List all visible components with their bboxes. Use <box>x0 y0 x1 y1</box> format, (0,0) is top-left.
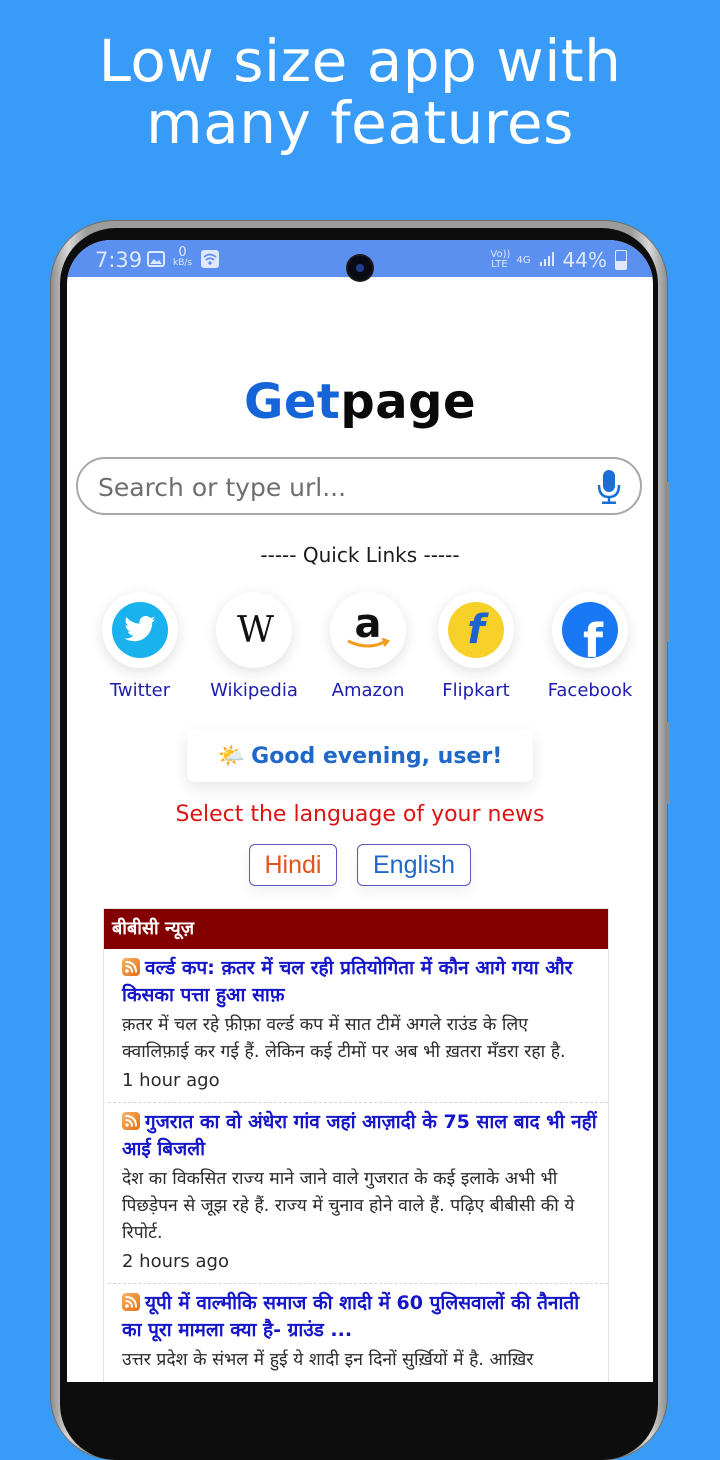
quick-links-title: ----- Quick Links ----- <box>260 543 460 567</box>
wikipedia-icon: W <box>226 602 282 658</box>
news-item[interactable]: वर्ल्ड कप: क़तर में चल रही प्रतियोगिता म… <box>108 949 608 1103</box>
news-title: यूपी में वाल्मीकि समाज की शादी में 60 पु… <box>122 1292 580 1341</box>
news-item[interactable]: गुजरात का वो अंधेरा गांव जहां आज़ादी के … <box>108 1103 608 1284</box>
news-time: 1 hour ago <box>122 1070 220 1091</box>
rss-icon <box>122 1112 140 1130</box>
quick-link-circle: f <box>552 592 628 668</box>
amazon-icon: a <box>340 602 396 658</box>
quick-link-facebook[interactable]: f Facebook <box>535 592 645 701</box>
quick-link-circle: W <box>216 592 292 668</box>
battery-icon <box>615 250 627 270</box>
image-icon <box>147 251 165 271</box>
quick-link-circle <box>102 592 178 668</box>
app-logo: Getpage <box>67 374 653 430</box>
news-title-link[interactable]: वर्ल्ड कप: क़तर में चल रही प्रतियोगिता म… <box>122 955 600 1009</box>
net-speed: 0 kB/s <box>173 246 192 268</box>
greeting-text: Good evening, user! <box>251 743 503 769</box>
status-bar: 7:39 0 kB/s Vo)) LTE 4G 44% <box>67 240 653 280</box>
quick-link-flipkart[interactable]: f Flipkart <box>421 592 531 701</box>
news-title: गुजरात का वो अंधेरा गांव जहां आज़ादी के … <box>122 1111 597 1160</box>
status-right: Vo)) LTE 4G 44% <box>490 248 627 272</box>
search-bar[interactable] <box>76 457 642 515</box>
rss-icon <box>122 1293 140 1311</box>
signal-icon <box>539 248 555 272</box>
news-title-link[interactable]: गुजरात का वो अंधेरा गांव जहां आज़ादी के … <box>122 1109 600 1163</box>
phone-side-button <box>665 482 670 642</box>
news-description: क़तर में चल रहे फ़ीफ़ा वर्ल्ड कप में सात… <box>122 1015 566 1062</box>
quick-link-circle: a <box>330 592 406 668</box>
news-description: देश का विकसित राज्य माने जाने वाले गुजरा… <box>122 1169 575 1243</box>
logo-get: Get <box>243 374 341 430</box>
net-speed-unit: kB/s <box>173 258 193 268</box>
wifi-icon <box>201 250 219 272</box>
news-source-header: बीबीसी न्यूज़ <box>104 909 608 949</box>
news-item[interactable]: यूपी में वाल्मीकि समाज की शादी में 60 पु… <box>108 1284 608 1382</box>
volte-indicator: Vo)) LTE <box>490 249 511 270</box>
twitter-icon <box>112 602 168 658</box>
news-description: उत्तर प्रदेश के संभल में हुई ये शादी इन … <box>122 1350 534 1370</box>
rss-icon <box>122 958 140 976</box>
network-type: 4G <box>516 254 531 266</box>
quick-link-label: Flipkart <box>442 680 510 701</box>
logo-page: page <box>340 374 477 430</box>
phone-screen: 7:39 0 kB/s Vo)) LTE 4G 44% Getpage Sear… <box>67 240 653 1382</box>
quick-links: Twitter W Wikipedia a Amazon f Flipkart … <box>91 592 651 712</box>
quick-link-label: Amazon <box>331 680 405 701</box>
quick-link-label: Wikipedia <box>210 680 298 701</box>
news-time: 2 hours ago <box>122 1251 229 1272</box>
status-time: 7:39 <box>95 248 143 272</box>
news-title-link[interactable]: यूपी में वाल्मीकि समाज की शादी में 60 पु… <box>122 1290 600 1344</box>
quick-link-amazon[interactable]: a Amazon <box>313 592 423 701</box>
greeting-card: 🌤️ Good evening, user! <box>187 730 533 782</box>
search-input[interactable] <box>96 468 580 506</box>
quick-link-wikipedia[interactable]: W Wikipedia <box>199 592 309 701</box>
quick-link-twitter[interactable]: Twitter <box>85 592 195 701</box>
phone-power-button <box>665 722 670 804</box>
quick-link-label: Facebook <box>547 680 633 701</box>
english-button[interactable]: English <box>357 844 471 886</box>
quick-link-label: Twitter <box>109 680 171 701</box>
quick-link-circle: f <box>438 592 514 668</box>
weather-icon: 🌤️ <box>217 743 246 769</box>
microphone-icon[interactable] <box>596 469 622 505</box>
news-feed: बीबीसी न्यूज़ वर्ल्ड कप: क़तर में चल रही… <box>103 908 609 1382</box>
news-title: वर्ल्ड कप: क़तर में चल रही प्रतियोगिता म… <box>122 957 573 1006</box>
promo-line-2: many features <box>146 89 574 157</box>
hindi-button[interactable]: Hindi <box>249 844 337 886</box>
language-prompt: Select the language of your news <box>175 802 545 827</box>
promo-line-1: Low size app with <box>98 27 622 95</box>
battery-percent: 44% <box>562 248 607 272</box>
flipkart-icon: f <box>448 602 504 658</box>
promo-headline: Low size app with many features <box>0 30 720 154</box>
front-camera <box>348 256 372 280</box>
facebook-icon: f <box>562 602 618 658</box>
